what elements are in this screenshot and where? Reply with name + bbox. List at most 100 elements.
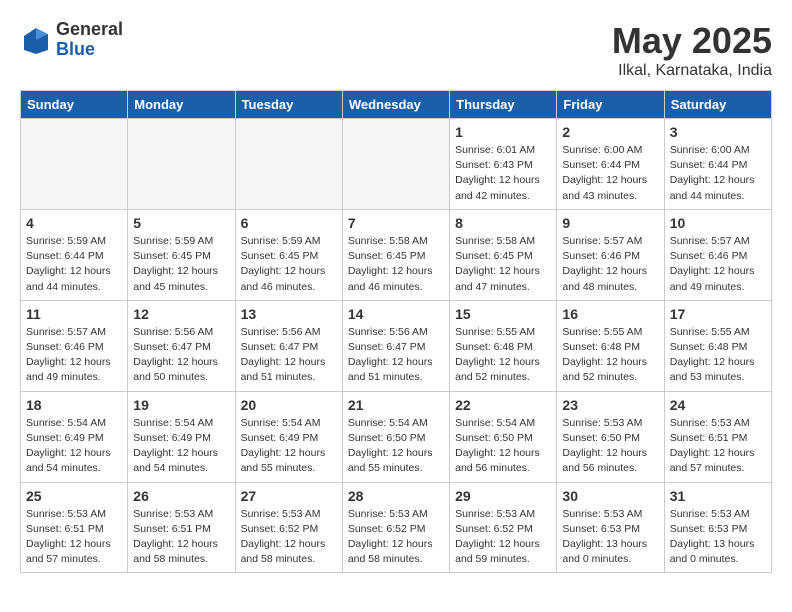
- day-info: Sunrise: 5:55 AM Sunset: 6:48 PM Dayligh…: [670, 325, 766, 386]
- day-info: Sunrise: 5:53 AM Sunset: 6:51 PM Dayligh…: [670, 416, 766, 477]
- day-number: 4: [26, 215, 122, 231]
- day-info: Sunrise: 5:55 AM Sunset: 6:48 PM Dayligh…: [562, 325, 658, 386]
- day-number: 19: [133, 397, 229, 413]
- day-number: 9: [562, 215, 658, 231]
- day-info: Sunrise: 5:58 AM Sunset: 6:45 PM Dayligh…: [348, 234, 444, 295]
- calendar-day-cell: 5Sunrise: 5:59 AM Sunset: 6:45 PM Daylig…: [128, 209, 235, 300]
- day-number: 15: [455, 306, 551, 322]
- day-number: 17: [670, 306, 766, 322]
- location: Ilkal, Karnataka, India: [612, 62, 772, 80]
- calendar-header-row: SundayMondayTuesdayWednesdayThursdayFrid…: [21, 91, 772, 119]
- day-info: Sunrise: 6:00 AM Sunset: 6:44 PM Dayligh…: [670, 143, 766, 204]
- day-info: Sunrise: 5:54 AM Sunset: 6:49 PM Dayligh…: [241, 416, 337, 477]
- page-header: General Blue May 2025 Ilkal, Karnataka, …: [20, 20, 772, 80]
- calendar-week-row: 1Sunrise: 6:01 AM Sunset: 6:43 PM Daylig…: [21, 119, 772, 210]
- calendar-day-cell: 1Sunrise: 6:01 AM Sunset: 6:43 PM Daylig…: [450, 119, 557, 210]
- day-number: 16: [562, 306, 658, 322]
- day-info: Sunrise: 5:57 AM Sunset: 6:46 PM Dayligh…: [670, 234, 766, 295]
- day-number: 30: [562, 488, 658, 504]
- calendar-day-cell: 27 Sunrise: 5:53 AM Sunset: 6:52 PM Dayli…: [235, 482, 342, 573]
- calendar-header-cell: Thursday: [450, 91, 557, 119]
- calendar-day-cell: 25 Sunrise: 5:53 AM Sunset: 6:51 PM Dayli…: [21, 482, 128, 573]
- calendar-day-cell: [128, 119, 235, 210]
- day-number: 20: [241, 397, 337, 413]
- day-number: 26: [133, 488, 229, 504]
- calendar-header-cell: Monday: [128, 91, 235, 119]
- calendar-day-cell: 20 Sunrise: 5:54 AM Sunset: 6:49 PM Dayli…: [235, 391, 342, 482]
- calendar-day-cell: 19 Sunrise: 5:54 AM Sunset: 6:49 PM Dayli…: [128, 391, 235, 482]
- calendar-day-cell: 22Sunrise: 5:54 AM Sunset: 6:50 PM Dayli…: [450, 391, 557, 482]
- day-info: Sunrise: 6:00 AM Sunset: 6:44 PM Dayligh…: [562, 143, 658, 204]
- calendar-day-cell: [235, 119, 342, 210]
- calendar-week-row: 18 Sunrise: 5:54 AM Sunset: 6:49 PM Dayli…: [21, 391, 772, 482]
- day-info: Sunrise: 5:59 AM Sunset: 6:45 PM Dayligh…: [133, 234, 229, 295]
- logo: General Blue: [20, 20, 123, 60]
- calendar-table: SundayMondayTuesdayWednesdayThursdayFrid…: [20, 90, 772, 573]
- day-number: 3: [670, 124, 766, 140]
- logo-blue: Blue: [56, 40, 123, 60]
- calendar-day-cell: 12 Sunrise: 5:56 AM Sunset: 6:47 PM Dayli…: [128, 300, 235, 391]
- day-info: Sunrise: 5:56 AM Sunset: 6:47 PM Dayligh…: [241, 325, 337, 386]
- day-number: 29: [455, 488, 551, 504]
- month-year: May 2025: [612, 20, 772, 62]
- day-number: 21: [348, 397, 444, 413]
- calendar-week-row: 25 Sunrise: 5:53 AM Sunset: 6:51 PM Dayli…: [21, 482, 772, 573]
- day-info: Sunrise: 5:53 AM Sunset: 6:53 PM Dayligh…: [670, 507, 766, 568]
- calendar-day-cell: 4Sunrise: 5:59 AM Sunset: 6:44 PM Daylig…: [21, 209, 128, 300]
- day-number: 2: [562, 124, 658, 140]
- calendar-day-cell: 9 Sunrise: 5:57 AM Sunset: 6:46 PM Daylig…: [557, 209, 664, 300]
- calendar-day-cell: 28 Sunrise: 5:53 AM Sunset: 6:52 PM Dayli…: [342, 482, 449, 573]
- day-info: Sunrise: 5:56 AM Sunset: 6:47 PM Dayligh…: [348, 325, 444, 386]
- day-info: Sunrise: 5:57 AM Sunset: 6:46 PM Dayligh…: [562, 234, 658, 295]
- calendar-day-cell: 24Sunrise: 5:53 AM Sunset: 6:51 PM Dayli…: [664, 391, 771, 482]
- calendar-day-cell: 16 Sunrise: 5:55 AM Sunset: 6:48 PM Dayli…: [557, 300, 664, 391]
- logo-text: General Blue: [56, 20, 123, 60]
- calendar-day-cell: 21 Sunrise: 5:54 AM Sunset: 6:50 PM Dayli…: [342, 391, 449, 482]
- day-number: 7: [348, 215, 444, 231]
- calendar-day-cell: 30Sunrise: 5:53 AM Sunset: 6:53 PM Dayli…: [557, 482, 664, 573]
- calendar-body: 1Sunrise: 6:01 AM Sunset: 6:43 PM Daylig…: [21, 119, 772, 573]
- day-info: Sunrise: 5:54 AM Sunset: 6:49 PM Dayligh…: [26, 416, 122, 477]
- day-number: 27: [241, 488, 337, 504]
- calendar-header-cell: Tuesday: [235, 91, 342, 119]
- day-info: Sunrise: 5:53 AM Sunset: 6:52 PM Dayligh…: [241, 507, 337, 568]
- calendar-day-cell: 10 Sunrise: 5:57 AM Sunset: 6:46 PM Dayli…: [664, 209, 771, 300]
- day-number: 25: [26, 488, 122, 504]
- calendar-day-cell: 3 Sunrise: 6:00 AM Sunset: 6:44 PM Daylig…: [664, 119, 771, 210]
- day-number: 6: [241, 215, 337, 231]
- calendar-day-cell: 14Sunrise: 5:56 AM Sunset: 6:47 PM Dayli…: [342, 300, 449, 391]
- calendar-day-cell: 15 Sunrise: 5:55 AM Sunset: 6:48 PM Dayli…: [450, 300, 557, 391]
- calendar-day-cell: 18 Sunrise: 5:54 AM Sunset: 6:49 PM Dayli…: [21, 391, 128, 482]
- day-number: 28: [348, 488, 444, 504]
- calendar-day-cell: 7 Sunrise: 5:58 AM Sunset: 6:45 PM Daylig…: [342, 209, 449, 300]
- day-info: Sunrise: 5:53 AM Sunset: 6:50 PM Dayligh…: [562, 416, 658, 477]
- day-info: Sunrise: 5:54 AM Sunset: 6:50 PM Dayligh…: [455, 416, 551, 477]
- day-info: Sunrise: 5:53 AM Sunset: 6:51 PM Dayligh…: [26, 507, 122, 568]
- logo-icon: [20, 24, 52, 56]
- day-number: 10: [670, 215, 766, 231]
- calendar-header-cell: Friday: [557, 91, 664, 119]
- calendar-day-cell: 17 Sunrise: 5:55 AM Sunset: 6:48 PM Dayli…: [664, 300, 771, 391]
- day-number: 11: [26, 306, 122, 322]
- day-info: Sunrise: 5:56 AM Sunset: 6:47 PM Dayligh…: [133, 325, 229, 386]
- day-info: Sunrise: 5:53 AM Sunset: 6:51 PM Dayligh…: [133, 507, 229, 568]
- calendar-week-row: 11 Sunrise: 5:57 AM Sunset: 6:46 PM Dayli…: [21, 300, 772, 391]
- day-number: 18: [26, 397, 122, 413]
- calendar-week-row: 4Sunrise: 5:59 AM Sunset: 6:44 PM Daylig…: [21, 209, 772, 300]
- day-info: Sunrise: 5:54 AM Sunset: 6:50 PM Dayligh…: [348, 416, 444, 477]
- title-block: May 2025 Ilkal, Karnataka, India: [612, 20, 772, 80]
- day-info: Sunrise: 5:58 AM Sunset: 6:45 PM Dayligh…: [455, 234, 551, 295]
- day-info: Sunrise: 5:53 AM Sunset: 6:52 PM Dayligh…: [348, 507, 444, 568]
- calendar-header-cell: Wednesday: [342, 91, 449, 119]
- calendar-day-cell: 26 Sunrise: 5:53 AM Sunset: 6:51 PM Dayli…: [128, 482, 235, 573]
- calendar-header-cell: Saturday: [664, 91, 771, 119]
- day-info: Sunrise: 5:57 AM Sunset: 6:46 PM Dayligh…: [26, 325, 122, 386]
- calendar-day-cell: 11 Sunrise: 5:57 AM Sunset: 6:46 PM Dayli…: [21, 300, 128, 391]
- calendar-day-cell: [342, 119, 449, 210]
- calendar-header-cell: Sunday: [21, 91, 128, 119]
- calendar-day-cell: 2 Sunrise: 6:00 AM Sunset: 6:44 PM Daylig…: [557, 119, 664, 210]
- day-number: 23: [562, 397, 658, 413]
- day-info: Sunrise: 5:55 AM Sunset: 6:48 PM Dayligh…: [455, 325, 551, 386]
- day-info: Sunrise: 5:54 AM Sunset: 6:49 PM Dayligh…: [133, 416, 229, 477]
- day-number: 12: [133, 306, 229, 322]
